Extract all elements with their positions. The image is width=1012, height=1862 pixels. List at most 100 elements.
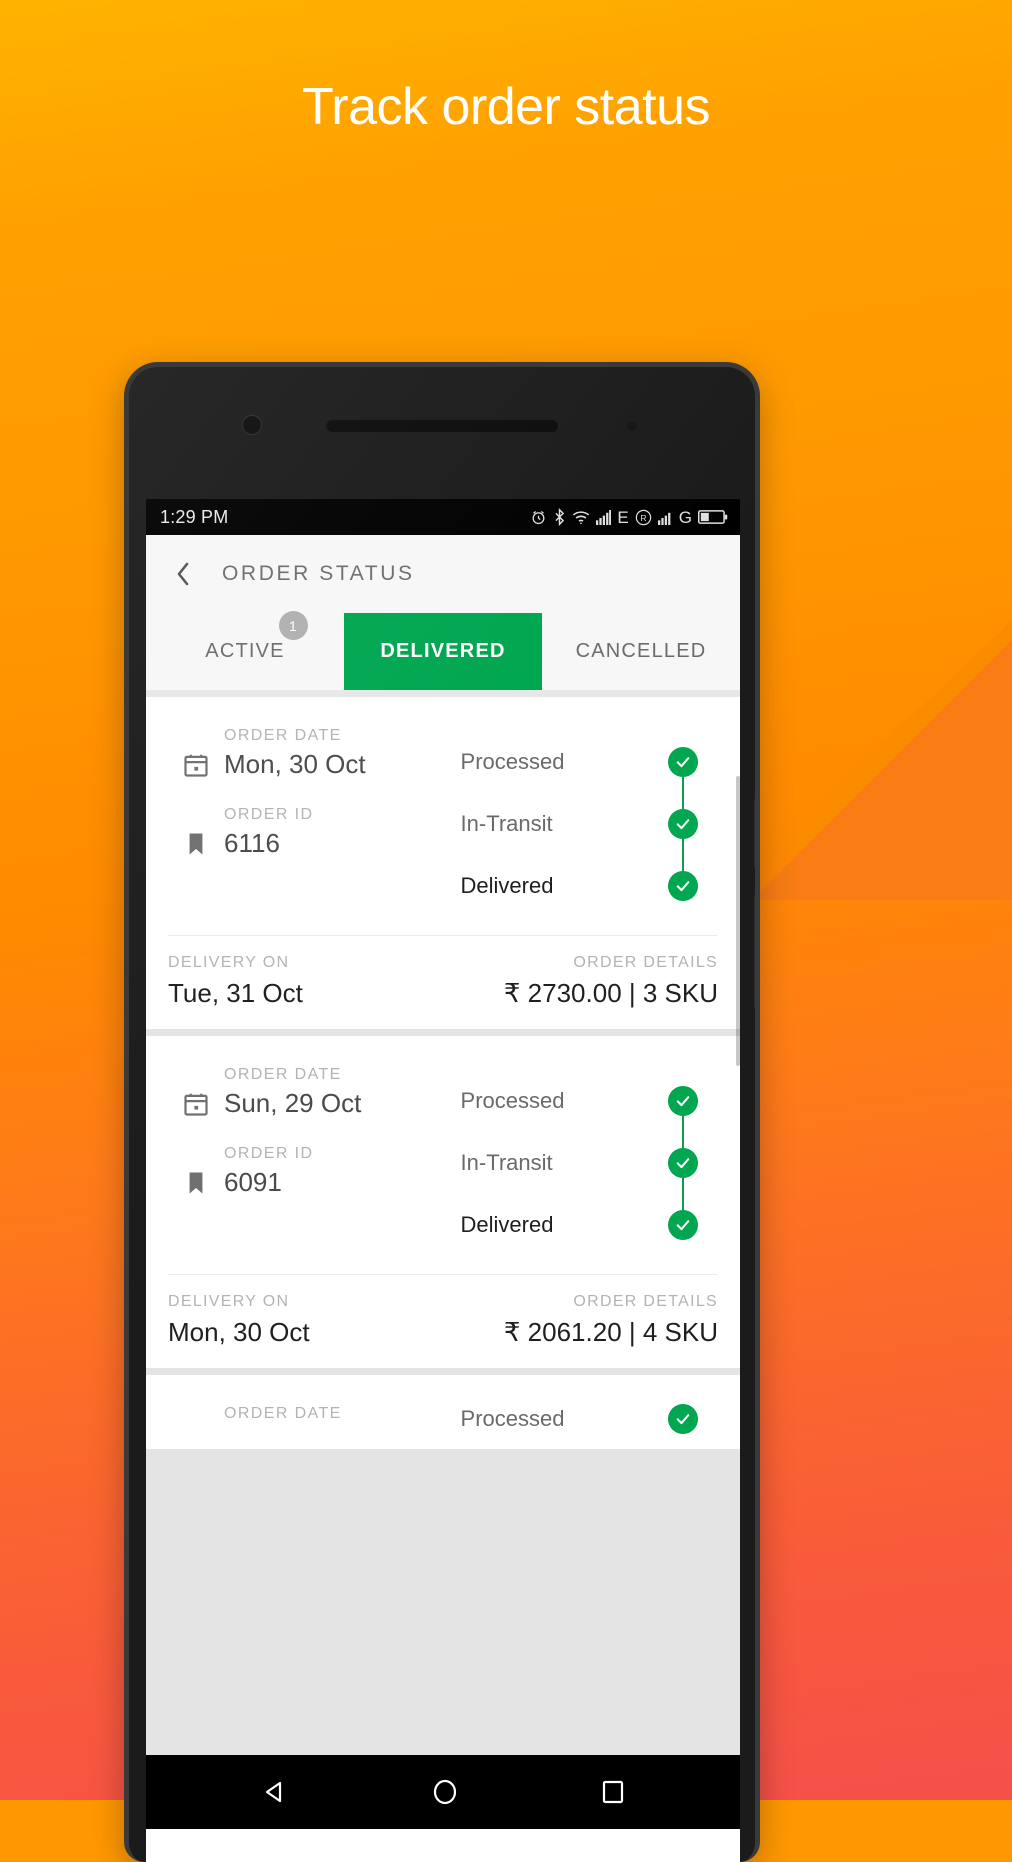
chevron-left-icon[interactable] [172,559,194,589]
order-timeline: Processed [449,727,720,917]
order-card[interactable]: ORDER DATE Mon, 30 Oct ORDER ID 6116 Pro… [146,697,740,1029]
order-id-row: 6116 [182,828,449,859]
timeline-step-label: Processed [460,749,565,774]
order-id-value: 6116 [224,828,280,858]
check-circle-icon [668,809,698,839]
order-timeline: Processed [449,1404,720,1434]
timeline-dot-wrap [668,1148,698,1212]
wifi-icon [572,510,590,525]
order-id-label: ORDER ID [224,806,314,823]
alarm-icon [530,509,547,526]
svg-text:R: R [640,512,646,522]
timeline-step-label: Delivered [460,873,554,898]
list-scrollbar[interactable] [736,776,740,1066]
check-circle-icon [668,871,698,901]
order-card-info: ORDER DATE [166,1405,449,1433]
order-card[interactable]: ORDER DATE Processed [146,1375,740,1449]
order-details-block: ORDER DETAILS ₹ 2061.20 | 4 SKU [504,1293,718,1348]
order-card-top: ORDER DATE Sun, 29 Oct ORDER ID 6091 Pro… [146,1036,740,1270]
delivery-on-label: DELIVERY ON [168,1293,290,1310]
timeline-dot-wrap [668,747,698,811]
delivery-on-value: Tue, 31 Oct [168,978,303,1008]
timeline-connector [682,775,684,811]
order-card[interactable]: ORDER DATE Sun, 29 Oct ORDER ID 6091 Pro… [146,1036,740,1368]
order-date-label: ORDER DATE [224,1066,342,1083]
order-date-label: ORDER DATE [224,1405,342,1422]
order-date-value: Sun, 29 Oct [224,1088,362,1118]
delivery-on-value: Mon, 30 Oct [168,1317,310,1347]
earpiece-speaker [326,419,558,432]
tab-delivered-label: DELIVERED [380,640,506,662]
check-circle-icon [668,1210,698,1240]
timeline-connector [682,1176,684,1212]
order-card-info: ORDER DATE Sun, 29 Oct ORDER ID 6091 [166,1066,449,1256]
order-list[interactable]: ORDER DATE Mon, 30 Oct ORDER ID 6116 Pro… [146,690,740,1755]
delivery-on-block: DELIVERY ON Mon, 30 Oct [168,1293,310,1348]
power-button[interactable] [754,895,755,1007]
order-id-label: ORDER ID [224,1145,314,1162]
tab-active-badge: 1 [279,611,308,640]
timeline-step: Processed [460,731,720,811]
timeline-step-label: Delivered [460,1212,554,1237]
tab-bar: ACTIVE 1 DELIVERED CANCELLED [146,611,740,690]
order-details-value: ₹ 2730.00 | 3 SKU [503,978,718,1008]
app-bar-title: ORDER STATUS [222,562,415,585]
delivery-on-block: DELIVERY ON Tue, 31 Oct [168,954,303,1009]
order-date-row: Mon, 30 Oct [182,749,449,780]
timeline-dot-wrap [668,1086,698,1150]
tab-cancelled[interactable]: CANCELLED [542,613,740,690]
tab-active[interactable]: ACTIVE 1 [146,611,344,690]
timeline-step-label: Processed [460,1406,565,1431]
calendar-icon [182,751,210,779]
signal-bars-2-icon [657,510,673,525]
network-e-icon: E [617,507,629,527]
proximity-sensor-icon [627,421,637,431]
bookmark-icon [182,1169,210,1197]
timeline-step: Processed [460,1404,720,1434]
front-camera-icon [242,415,262,435]
tab-active-label: ACTIVE [205,640,285,662]
order-details-label: ORDER DETAILS [573,954,718,971]
order-card-top: ORDER DATE Mon, 30 Oct ORDER ID 6116 Pro… [146,697,740,931]
roaming-icon: R [635,509,652,526]
order-details-value: ₹ 2061.20 | 4 SKU [503,1317,718,1347]
timeline-dot-wrap [668,1404,698,1434]
phone-frame: 1:29 PM E R G ORDER STATUS ACTIVE 1 DELI… [124,362,760,1862]
tab-delivered[interactable]: DELIVERED [344,613,542,690]
volume-button[interactable] [754,799,755,867]
status-icon-group: E R G [530,508,728,526]
nav-home-circle-icon[interactable] [430,1777,460,1807]
check-circle-icon [668,1404,698,1434]
order-card-bottom: DELIVERY ON Tue, 31 Oct ORDER DETAILS ₹ … [146,936,740,1029]
order-date-label: ORDER DATE [224,727,342,744]
phone-screen: 1:29 PM E R G ORDER STATUS ACTIVE 1 DELI… [146,499,740,1862]
nav-back-triangle-icon[interactable] [259,1776,291,1808]
timeline-dot-wrap [668,871,698,901]
delivery-on-label: DELIVERY ON [168,954,290,971]
timeline-dot-wrap [668,1210,698,1240]
app-bar: ORDER STATUS [146,535,740,613]
battery-icon [698,509,728,525]
order-card-top: ORDER DATE Processed [146,1375,740,1447]
calendar-icon [182,1090,210,1118]
check-circle-icon [668,747,698,777]
order-details-block: ORDER DETAILS ₹ 2730.00 | 3 SKU [504,954,718,1009]
android-nav-bar [146,1755,740,1829]
check-circle-icon [668,1086,698,1116]
timeline-connector [682,837,684,873]
status-bar: 1:29 PM E R G [146,499,740,535]
order-card-bottom: DELIVERY ON Mon, 30 Oct ORDER DETAILS ₹ … [146,1275,740,1368]
tab-cancelled-label: CANCELLED [575,640,707,662]
order-id-row: 6091 [182,1167,449,1198]
order-details-label: ORDER DETAILS [573,1293,718,1310]
timeline-step: Processed [460,1070,720,1150]
page-title: Track order status [301,78,711,136]
timeline-connector [682,1114,684,1150]
nav-recents-square-icon[interactable] [599,1778,627,1806]
timeline-dot-wrap [668,809,698,873]
check-circle-icon [668,1148,698,1178]
order-card-info: ORDER DATE Mon, 30 Oct ORDER ID 6116 [166,727,449,917]
timeline-step-label: Processed [460,1088,565,1113]
signal-bars-icon [596,509,612,525]
order-date-value: Mon, 30 Oct [224,749,366,779]
